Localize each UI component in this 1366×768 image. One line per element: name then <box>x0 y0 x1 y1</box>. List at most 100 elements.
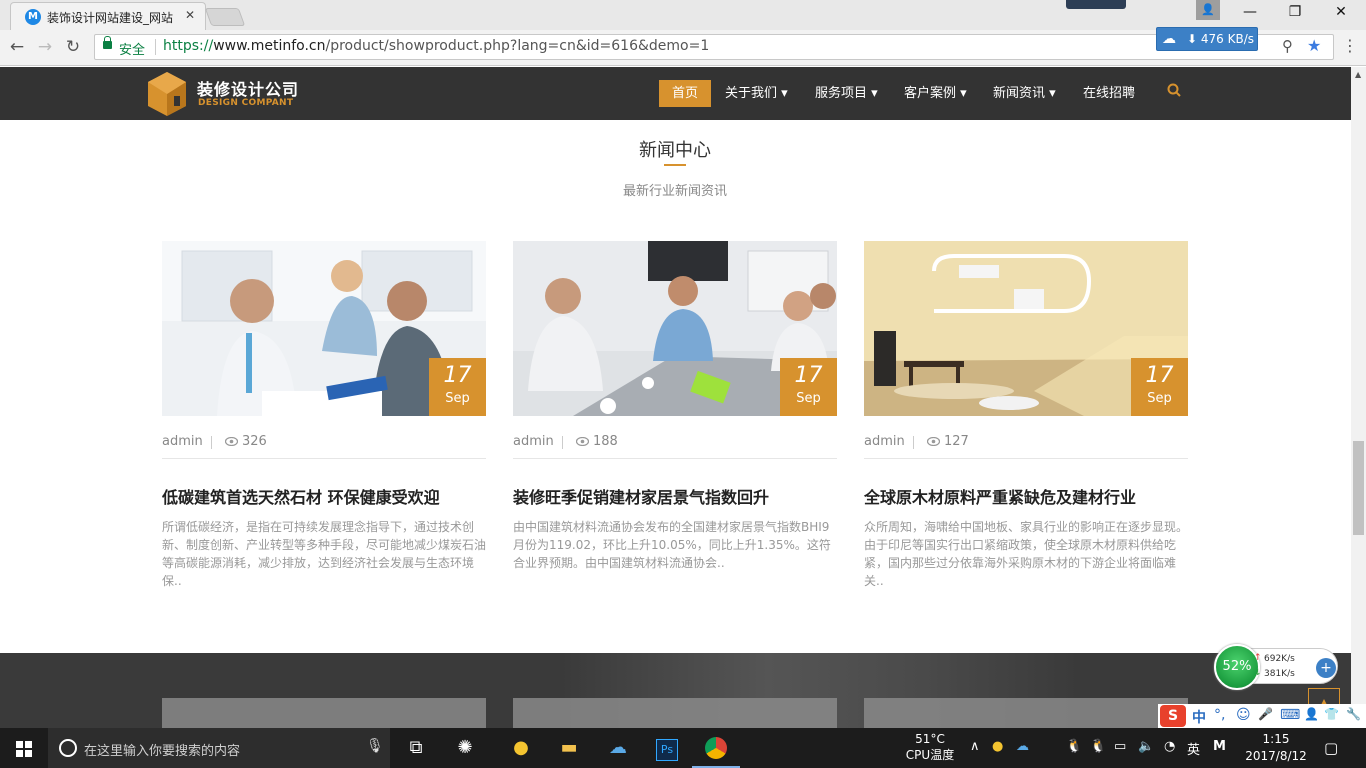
photoshop-icon[interactable]: Ps <box>643 728 691 768</box>
search-icon[interactable] <box>1167 83 1181 97</box>
system-clock[interactable]: 1:15 2017/8/12 <box>1240 731 1312 765</box>
browser-360-icon[interactable]: ● <box>497 728 545 768</box>
tray-penguin2-icon[interactable]: 🐧 <box>1090 739 1106 754</box>
download-arrow-icon: ↓ <box>1254 668 1262 678</box>
news-image-office-meeting[interactable]: 17 Sep <box>162 241 486 416</box>
forward-icon[interactable]: → <box>34 37 56 57</box>
logo-cube-icon[interactable] <box>148 72 186 116</box>
url-scheme: https:// <box>163 38 214 54</box>
file-explorer-icon[interactable]: ▬ <box>545 728 593 768</box>
ime-chinese-mode[interactable]: 中 <box>1192 707 1206 727</box>
section-underline <box>664 164 686 166</box>
upload-arrow-icon: ↑ <box>1254 653 1262 663</box>
wifi-icon[interactable]: ◔ <box>1164 739 1175 754</box>
windows-start-icon[interactable] <box>0 728 48 768</box>
ime-punctuation-icon[interactable]: °, <box>1214 707 1225 723</box>
author-name: admin <box>864 434 905 449</box>
pinwheel-app-icon[interactable]: ✺ <box>441 728 489 768</box>
input-language[interactable]: 英 <box>1187 739 1200 758</box>
chrome-icon[interactable] <box>692 728 740 768</box>
author-name: admin <box>162 434 203 449</box>
meta-divider <box>913 436 914 449</box>
url-path: /product/showproduct.php?lang=cn&id=616&… <box>325 38 710 54</box>
cloud-sync-app-icon[interactable]: ☁ <box>594 728 642 768</box>
restore-icon[interactable]: ❐ <box>1285 4 1305 20</box>
page-scrollbar[interactable]: ▲ ▼ <box>1351 67 1366 728</box>
ime-keyboard-icon[interactable]: ⌨ <box>1280 707 1300 723</box>
sogou-ime-icon[interactable]: S <box>1160 705 1186 727</box>
clock-date: 2017/8/12 <box>1245 749 1307 763</box>
tray-cloud-icon[interactable]: ☁ <box>1016 739 1029 754</box>
zoom-icon[interactable]: ⚲ <box>1282 37 1293 55</box>
volume-icon[interactable]: 🔈 <box>1138 739 1154 754</box>
url-text: https://www.metinfo.cn/product/showprodu… <box>163 38 709 54</box>
notification-center-icon[interactable]: ▢ <box>1324 739 1338 757</box>
tray-penguin-icon[interactable]: 🐧 <box>1066 739 1082 754</box>
cpu-usage-ball[interactable]: 52% <box>1214 644 1260 690</box>
news-title[interactable]: 低碳建筑首选天然石材 环保健康受欢迎 <box>162 484 486 508</box>
ime-user-icon[interactable]: 👤 <box>1304 707 1319 721</box>
cpu-temperature: 51°C CPU温度 <box>905 731 955 763</box>
news-card[interactable]: 17 Sep admin 188 装修旺季促销建材家居景气指数回升 由中国建筑材… <box>513 241 837 601</box>
speed-monitor-widget[interactable]: 52% ↑ 692K/s ↓ 381K/s + <box>1214 644 1340 690</box>
ime-settings-icon[interactable]: 🔧 <box>1346 707 1361 721</box>
reload-icon[interactable]: ↻ <box>62 37 84 57</box>
taskbar-search-input[interactable]: 在这里输入你要搜索的内容 🎙 <box>48 728 390 768</box>
site-header: 装修设计公司 DESIGN COMPANT 首页 关于我们 ▾ 服务项目 ▾ 客… <box>0 67 1351 120</box>
nav-jobs[interactable]: 在线招聘 <box>1083 80 1135 107</box>
nav-cases[interactable]: 客户案例 ▾ <box>904 80 967 107</box>
tray-360-icon[interactable]: ● <box>992 739 1003 754</box>
nav-services[interactable]: 服务项目 ▾ <box>815 80 878 107</box>
browser-tab[interactable]: M 装饰设计网站建设_网站 ✕ <box>10 2 206 30</box>
nav-home[interactable]: 首页 <box>659 80 712 107</box>
news-image-living-room[interactable]: 17 Sep <box>864 241 1188 416</box>
date-badge: 17 Sep <box>780 358 837 416</box>
news-title[interactable]: 全球原木材原料严重紧缺危及建材行业 <box>864 484 1188 508</box>
logo-title[interactable]: 装修设计公司 <box>197 76 299 100</box>
user-icon[interactable]: 👤 <box>1196 0 1220 20</box>
network-monitor-widget <box>1066 0 1126 9</box>
browser-tabbar: M 装饰设计网站建设_网站 ✕ 👤 — ❐ ✕ <box>0 0 1366 30</box>
cortana-icon <box>59 739 77 757</box>
news-image-conference[interactable]: 17 Sep <box>513 241 837 416</box>
microphone-icon[interactable]: 🎙 <box>366 738 384 754</box>
logo-subtitle: DESIGN COMPANT <box>198 98 294 108</box>
minimize-icon[interactable]: — <box>1240 4 1260 20</box>
scroll-up-icon[interactable]: ▲ <box>1355 70 1361 79</box>
star-icon[interactable]: ★ <box>1307 36 1321 55</box>
news-card[interactable]: 17 Sep admin 326 低碳建筑首选天然石材 环保健康受欢迎 所谓低碳… <box>162 241 486 601</box>
tray-m-icon[interactable]: M <box>1213 739 1226 754</box>
ime-voice-icon[interactable]: 🎤 <box>1258 707 1273 721</box>
service-card[interactable] <box>513 698 837 728</box>
eye-icon <box>927 437 940 446</box>
site-favicon-icon: M <box>25 9 41 25</box>
news-title[interactable]: 装修旺季促销建材家居景气指数回升 <box>513 484 837 508</box>
tray-expand-icon[interactable]: ∧ <box>970 739 980 754</box>
url-input[interactable]: 安全 https://www.metinfo.cn/product/showpr… <box>94 34 1334 60</box>
date-month: Sep <box>796 391 821 406</box>
battery-icon[interactable]: ▭ <box>1114 739 1126 754</box>
ime-emoji-icon[interactable]: ☺ <box>1236 707 1251 723</box>
taskbar-search-placeholder: 在这里输入你要搜索的内容 <box>84 744 241 759</box>
view-count: 188 <box>593 434 618 449</box>
view-count: 127 <box>944 434 969 449</box>
meta-divider <box>562 436 563 449</box>
back-icon[interactable]: ← <box>6 37 28 57</box>
nav-news[interactable]: 新闻资讯 ▾ <box>993 80 1056 107</box>
new-tab-button[interactable] <box>204 8 246 26</box>
ime-skin-icon[interactable]: 👕 <box>1324 707 1339 721</box>
eye-icon <box>225 437 238 446</box>
url-separator <box>155 39 156 55</box>
meta-divider-line <box>162 458 486 459</box>
menu-icon[interactable]: ⋮ <box>1342 36 1358 55</box>
nav-about[interactable]: 关于我们 ▾ <box>725 80 788 107</box>
date-month: Sep <box>1147 391 1172 406</box>
scroll-thumb[interactable] <box>1353 441 1364 535</box>
service-card[interactable] <box>864 698 1188 728</box>
service-card[interactable] <box>162 698 486 728</box>
tab-close-icon[interactable]: ✕ <box>185 8 195 22</box>
task-view-icon[interactable]: ⧉ <box>392 728 440 768</box>
close-window-icon[interactable]: ✕ <box>1331 4 1351 20</box>
accelerate-plus-icon[interactable]: + <box>1316 658 1336 678</box>
news-card[interactable]: 17 Sep admin 127 全球原木材原料严重紧缺危及建材行业 众所周知，… <box>864 241 1188 601</box>
